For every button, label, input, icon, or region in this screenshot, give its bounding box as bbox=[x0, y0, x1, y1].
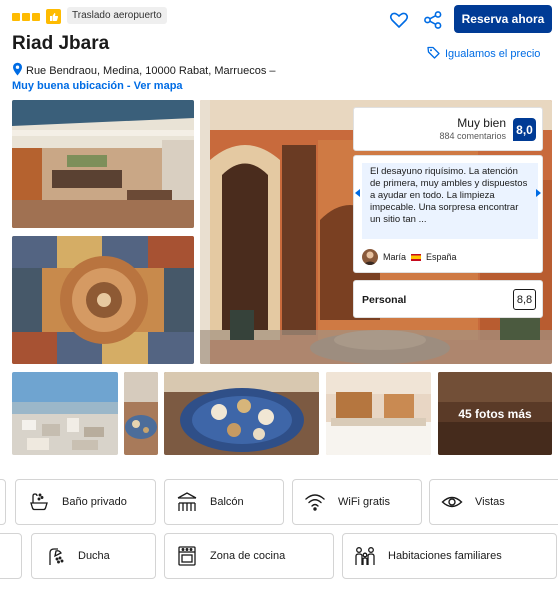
facility-label: Zona de cocina bbox=[210, 550, 286, 562]
category-score-card: Personal 8,8 bbox=[353, 280, 543, 318]
facility-label: Balcón bbox=[210, 496, 244, 508]
location-map-link[interactable]: Muy buena ubicación - Ver mapa bbox=[12, 80, 183, 92]
hotel-address: Rue Bendraou, Medina, 10000 Rabat, Marru… bbox=[26, 64, 276, 77]
price-tag-icon bbox=[427, 46, 440, 62]
star-rating bbox=[12, 9, 61, 24]
oven-icon bbox=[176, 545, 198, 567]
family-icon bbox=[354, 545, 376, 567]
facility-label: Baño privado bbox=[62, 496, 127, 508]
facility-balcony[interactable]: Balcón bbox=[164, 479, 284, 525]
facility-label: WiFi gratis bbox=[338, 496, 390, 508]
airport-transfer-badge: Traslado aeropuerto bbox=[67, 7, 167, 24]
reviewer-country: España bbox=[426, 252, 457, 262]
photo-fountain-tiles[interactable] bbox=[12, 236, 194, 364]
facility-label: Vistas bbox=[475, 496, 505, 508]
reviewer-info: María España bbox=[362, 249, 457, 265]
photo-terrace[interactable] bbox=[12, 100, 194, 228]
next-review-icon[interactable] bbox=[536, 189, 541, 197]
facility-card-partial[interactable] bbox=[0, 479, 6, 525]
photo-city-view[interactable] bbox=[12, 372, 118, 455]
price-match-link[interactable]: Igualamos el precio bbox=[427, 46, 540, 62]
share-icon[interactable] bbox=[423, 10, 443, 30]
rating-label: Muy bien bbox=[457, 116, 506, 130]
guest-review-card: El desayuno riquísimo. La atención de pr… bbox=[353, 155, 543, 273]
review-score-card[interactable]: Muy bien 884 comentarios 8,0 bbox=[353, 107, 543, 151]
more-photos-overlay[interactable]: 45 fotos más bbox=[438, 372, 552, 455]
spain-flag-icon bbox=[411, 253, 422, 261]
reviewer-name: María bbox=[383, 252, 407, 262]
photo-dining-table[interactable] bbox=[164, 372, 319, 455]
photo-bedroom[interactable] bbox=[326, 372, 431, 455]
star-icon bbox=[12, 12, 20, 21]
facility-kitchenette[interactable]: Zona de cocina bbox=[164, 533, 334, 579]
wifi-icon bbox=[304, 491, 326, 513]
star-icon bbox=[22, 12, 30, 21]
shower-icon bbox=[44, 545, 66, 567]
previous-review-icon[interactable] bbox=[355, 189, 360, 197]
reserve-now-button[interactable]: Reserva ahora bbox=[454, 5, 552, 33]
facility-label: Habitaciones familiares bbox=[388, 550, 502, 562]
address-row: Rue Bendraou, Medina, 10000 Rabat, Marru… bbox=[12, 62, 276, 79]
star-icon bbox=[32, 12, 40, 21]
facility-family-rooms[interactable]: Habitaciones familiares bbox=[342, 533, 557, 579]
category-score: 8,8 bbox=[513, 289, 536, 310]
review-count: 884 comentarios bbox=[439, 131, 506, 141]
thumbs-up-icon bbox=[46, 9, 61, 24]
hotel-name: Riad Jbara bbox=[12, 33, 110, 54]
avatar bbox=[362, 249, 378, 265]
facility-label: Ducha bbox=[78, 550, 110, 562]
facility-shower[interactable]: Ducha bbox=[31, 533, 156, 579]
facility-card-partial[interactable] bbox=[0, 533, 22, 579]
balcony-icon bbox=[176, 491, 198, 513]
review-quote: El desayuno riquísimo. La atención de pr… bbox=[362, 163, 538, 239]
bathtub-icon bbox=[28, 491, 50, 513]
eye-icon bbox=[441, 491, 463, 513]
category-label: Personal bbox=[362, 294, 407, 306]
price-match-label: Igualamos el precio bbox=[445, 48, 541, 60]
favorite-heart-icon[interactable] bbox=[389, 10, 409, 30]
facility-private-bathroom[interactable]: Baño privado bbox=[15, 479, 156, 525]
facility-free-wifi[interactable]: WiFi gratis bbox=[292, 479, 422, 525]
facility-views[interactable]: Vistas bbox=[429, 479, 558, 525]
photo-breakfast-table[interactable] bbox=[124, 372, 158, 455]
map-pin-icon bbox=[12, 62, 23, 79]
score-badge: 8,0 bbox=[513, 118, 536, 141]
